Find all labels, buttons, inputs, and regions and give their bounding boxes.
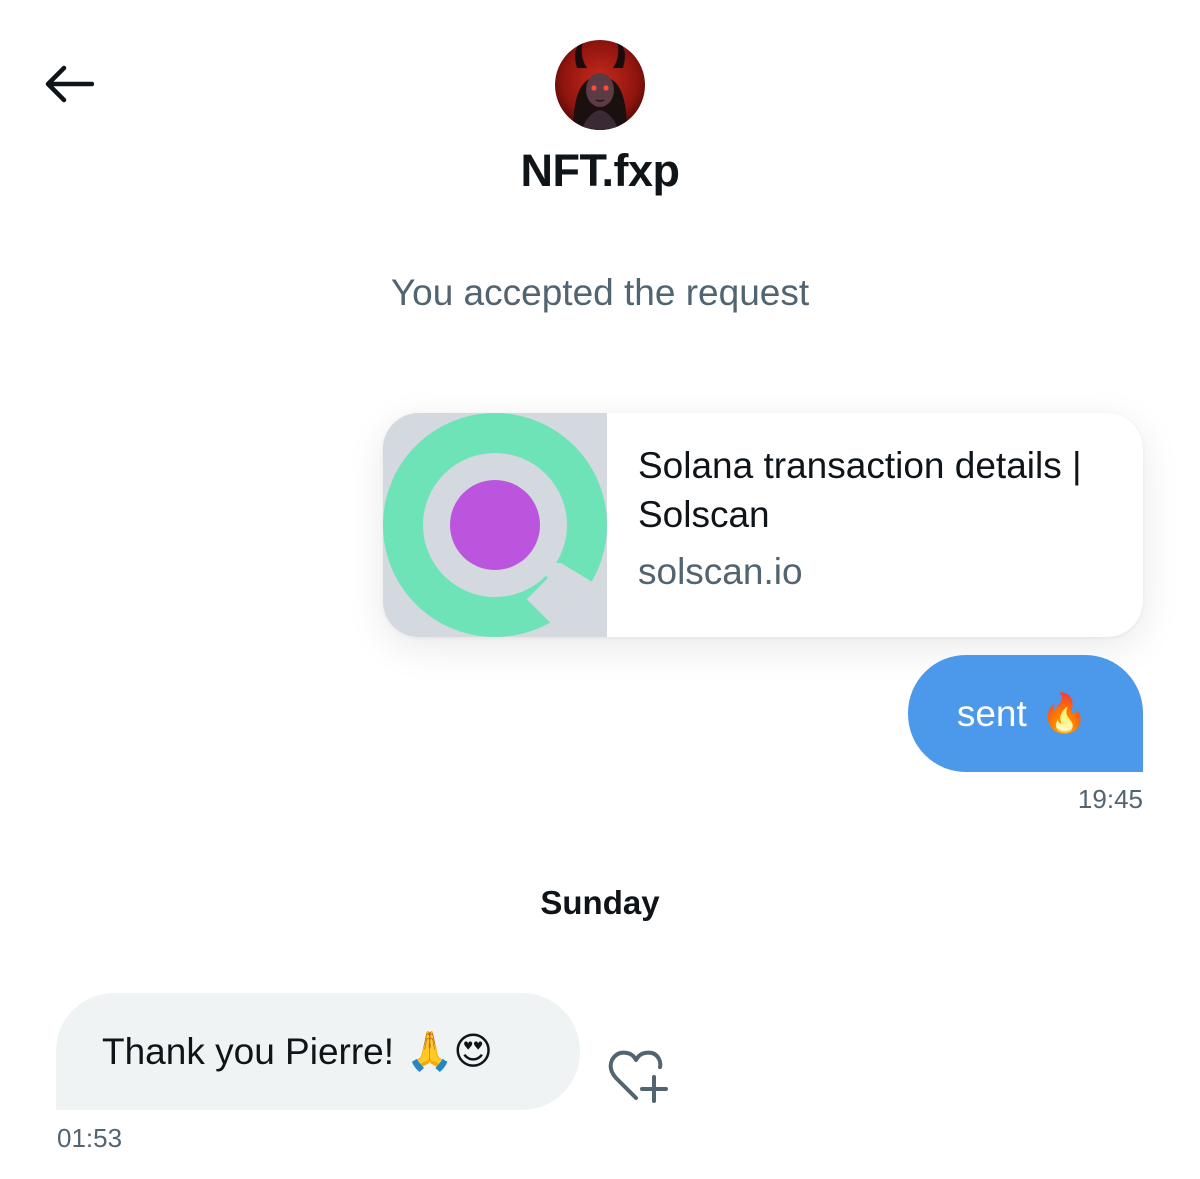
link-preview-card[interactable]: Solana transaction details | Solscan sol…: [383, 413, 1143, 637]
day-separator: Sunday: [540, 884, 660, 921]
add-reaction-button[interactable]: [604, 1048, 670, 1106]
message-timestamp: 01:53: [57, 1123, 123, 1153]
contact-name[interactable]: NFT.fxp: [0, 145, 1200, 197]
fire-emoji: 🔥: [1040, 692, 1089, 735]
back-button[interactable]: [38, 58, 98, 110]
message-text: sent: [956, 692, 1027, 734]
message-timestamp: 19:45: [1077, 784, 1143, 814]
incoming-message-bubble[interactable]: Thank you Pierre! 🙏😍: [56, 993, 580, 1110]
message-text: Thank you Pierre!: [102, 1030, 395, 1072]
link-title: Solana transaction details | Solscan: [638, 445, 1082, 535]
solscan-logo-icon: [383, 413, 607, 637]
profile-avatar-image: [555, 40, 645, 130]
avatar[interactable]: [555, 40, 645, 130]
arrow-left-icon: [45, 65, 94, 103]
message-emoji: 🙏😍: [406, 1031, 493, 1073]
outgoing-message-bubble[interactable]: sent 🔥: [908, 655, 1143, 772]
link-domain: solscan.io: [638, 551, 803, 592]
request-accepted-notice: You accepted the request: [390, 272, 810, 313]
heart-plus-icon: [608, 1050, 668, 1103]
